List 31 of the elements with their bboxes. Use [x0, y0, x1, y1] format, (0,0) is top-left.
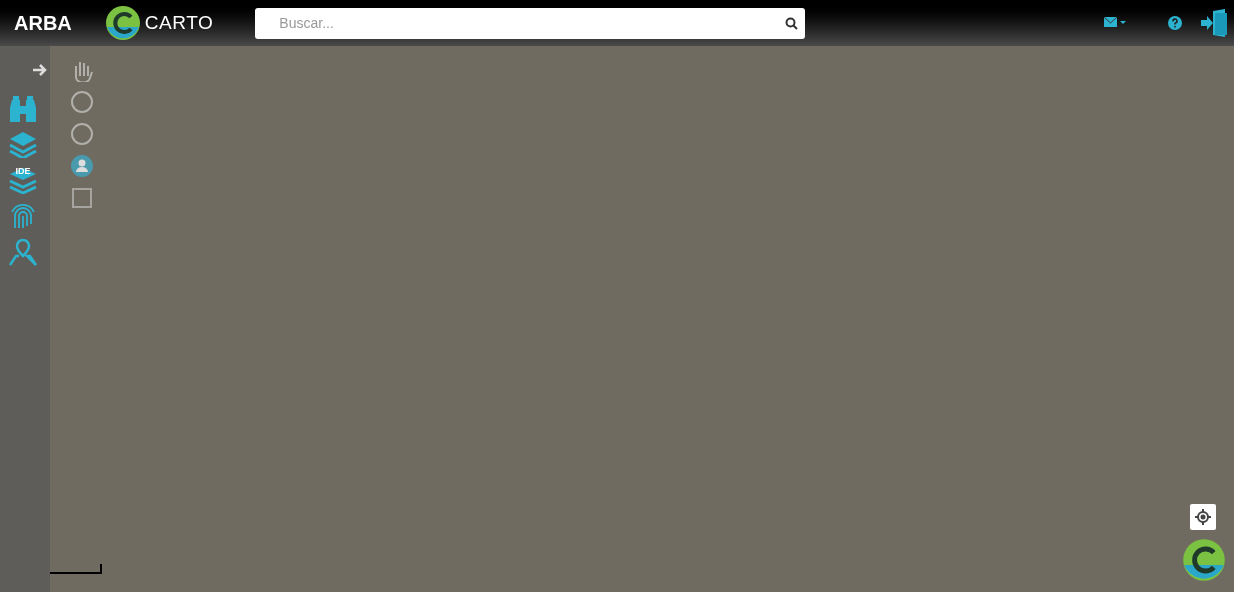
- binoculars-icon: [9, 94, 37, 122]
- map-pin-button[interactable]: [8, 238, 38, 266]
- fingerprint-button[interactable]: [8, 202, 38, 230]
- user-circle-icon[interactable]: [70, 154, 94, 178]
- globe-logo-icon: [1182, 538, 1226, 582]
- mail-dropdown-button[interactable]: [1104, 17, 1126, 29]
- square-icon[interactable]: [70, 186, 94, 210]
- layers-tool-button[interactable]: IDE: [8, 166, 38, 194]
- ide-label: IDE: [14, 166, 32, 176]
- globe-logo-icon: [104, 5, 141, 41]
- help-button[interactable]: [1168, 16, 1182, 30]
- scale-bar: [50, 564, 102, 574]
- satellite-map[interactable]: IDE: [0, 46, 1234, 592]
- locate-button[interactable]: [1190, 504, 1216, 530]
- circle-icon[interactable]: [70, 90, 94, 114]
- help-icon: [1168, 16, 1182, 30]
- envelope-icon: [1104, 17, 1126, 29]
- layers-icon: [9, 130, 37, 158]
- search-icon: [785, 16, 799, 30]
- crosshair-icon: [1195, 509, 1211, 525]
- search-field[interactable]: Buscar...: [255, 7, 806, 39]
- circle-icon[interactable]: [70, 122, 94, 146]
- logo-text: CARTO: [144, 10, 214, 35]
- layers-button[interactable]: [8, 130, 38, 158]
- fingerprint-icon: [9, 202, 37, 230]
- logout-button[interactable]: [1201, 9, 1228, 37]
- brand-title: ARBA: [14, 11, 72, 36]
- binoculars-button[interactable]: [8, 94, 38, 122]
- arrow-right-icon[interactable]: [32, 63, 47, 77]
- logout-icon: [1201, 9, 1228, 37]
- map-pin-icon: [9, 238, 37, 266]
